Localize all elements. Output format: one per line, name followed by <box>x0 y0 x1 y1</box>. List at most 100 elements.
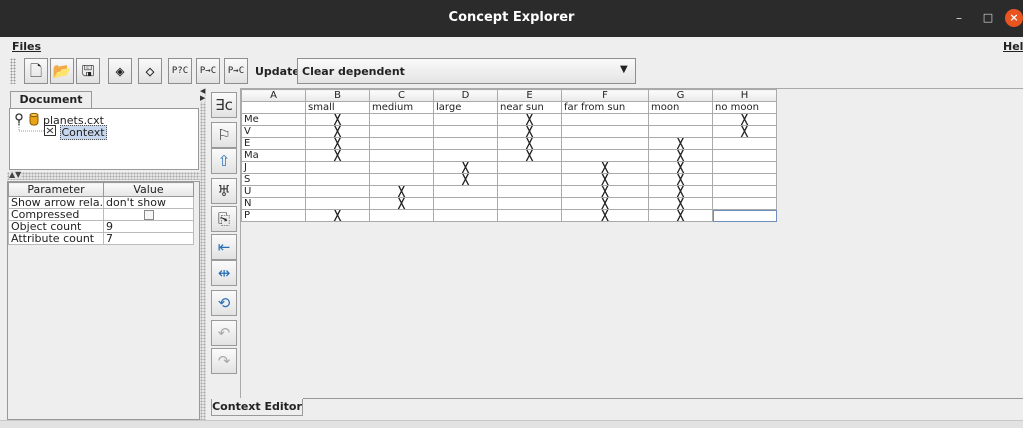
incidence-empty-cell[interactable] <box>433 185 498 198</box>
reduce-button[interactable]: ⚐ <box>211 122 237 148</box>
incidence-empty-cell[interactable] <box>305 185 370 198</box>
clarify-button[interactable]: ♅ <box>211 178 237 204</box>
p-to-c-button[interactable]: P→C <box>196 58 220 84</box>
param-value[interactable] <box>103 208 194 221</box>
column-letter-header[interactable]: H <box>712 89 777 102</box>
save-button[interactable]: 🖫 <box>76 58 100 84</box>
incidence-cross-cell[interactable]: ╳ <box>433 173 498 186</box>
tab-context-editor[interactable]: Context Editor <box>211 399 303 416</box>
splitter-arrows-icon[interactable]: ◀ ▶ <box>200 88 206 102</box>
param-header-value[interactable]: Value <box>103 182 194 197</box>
incidence-empty-cell[interactable] <box>497 209 562 222</box>
incidence-cross-cell[interactable]: ╳ <box>648 197 713 210</box>
attribute-name-cell[interactable]: large <box>433 101 498 114</box>
incidence-empty-cell[interactable] <box>561 137 649 150</box>
object-name-cell[interactable]: Me <box>241 113 306 126</box>
incidence-cross-cell[interactable]: ╳ <box>561 185 649 198</box>
column-letter-header[interactable]: B <box>305 89 370 102</box>
redo-button[interactable]: ↷ <box>211 348 237 374</box>
incidence-cross-cell[interactable]: ╳ <box>497 137 562 150</box>
incidence-empty-cell[interactable] <box>712 161 777 174</box>
incidence-empty-cell[interactable] <box>712 149 777 162</box>
incidence-empty-cell[interactable] <box>433 197 498 210</box>
toolbar-grip[interactable] <box>10 58 16 84</box>
maximize-button[interactable]: □ <box>979 9 997 27</box>
object-name-cell[interactable]: P <box>241 209 306 222</box>
incidence-cross-cell[interactable]: ╳ <box>305 113 370 126</box>
tab-document[interactable]: Document <box>10 91 92 108</box>
incidence-cross-cell[interactable]: ╳ <box>433 161 498 174</box>
object-name-cell[interactable]: J <box>241 161 306 174</box>
object-name-cell[interactable]: V <box>241 125 306 138</box>
incidence-empty-cell[interactable] <box>433 113 498 126</box>
param-value[interactable]: 7 <box>103 232 194 245</box>
incidence-empty-cell[interactable] <box>712 185 777 198</box>
tree-item-context[interactable]: Context <box>44 124 107 140</box>
param-value[interactable]: don't show <box>103 196 194 209</box>
incidence-empty-cell[interactable] <box>433 209 498 222</box>
incidence-empty-cell[interactable] <box>369 125 434 138</box>
param-value[interactable]: 9 <box>103 220 194 233</box>
incidence-empty-cell[interactable] <box>305 173 370 186</box>
splitter-arrows-icon[interactable]: ▲▼ <box>9 170 22 179</box>
column-letter-header[interactable]: C <box>369 89 434 102</box>
object-name-cell[interactable]: N <box>241 197 306 210</box>
object-name-cell[interactable]: E <box>241 137 306 150</box>
horizontal-splitter[interactable]: ▲▼ <box>7 170 200 180</box>
incidence-empty-cell[interactable] <box>369 161 434 174</box>
column-letter-header[interactable]: D <box>433 89 498 102</box>
column-letter-header[interactable]: E <box>497 89 562 102</box>
p-fuzzy-c-button[interactable]: P⇝C <box>224 58 248 84</box>
new-document-button[interactable]: 🗋 <box>24 58 48 84</box>
object-name-cell[interactable]: S <box>241 173 306 186</box>
incidence-cross-cell[interactable]: ╳ <box>497 125 562 138</box>
incidence-empty-cell[interactable] <box>561 125 649 138</box>
incidence-empty-cell[interactable] <box>561 113 649 126</box>
incidence-cross-cell[interactable]: ╳ <box>648 185 713 198</box>
incidence-cross-cell[interactable]: ╳ <box>305 209 370 222</box>
object-name-cell[interactable]: U <box>241 185 306 198</box>
undo-button[interactable]: ↶ <box>211 320 237 346</box>
incidence-empty-cell[interactable] <box>712 173 777 186</box>
incidence-cross-cell[interactable]: ╳ <box>648 149 713 162</box>
compressed-checkbox[interactable] <box>143 210 154 220</box>
incidence-empty-cell[interactable] <box>712 197 777 210</box>
incidence-empty-cell[interactable] <box>497 173 562 186</box>
attribute-name-cell[interactable]: small <box>305 101 370 114</box>
incidence-empty-cell[interactable] <box>433 149 498 162</box>
open-button[interactable]: 📂 <box>50 58 74 84</box>
incidence-cross-cell[interactable]: ╳ <box>305 149 370 162</box>
incidence-cross-cell[interactable]: ╳ <box>305 137 370 150</box>
menu-files[interactable]: Files <box>12 40 41 53</box>
table-row[interactable]: Show arrow rela... don't show <box>8 196 194 209</box>
incidence-empty-cell[interactable] <box>648 125 713 138</box>
incidence-empty-cell[interactable] <box>648 113 713 126</box>
p-query-c-button[interactable]: P?C <box>168 58 192 84</box>
update-mode-select[interactable]: Clear dependent ▼ <box>297 58 636 84</box>
incidence-empty-cell[interactable] <box>433 125 498 138</box>
incidence-cross-cell[interactable]: ╳ <box>305 125 370 138</box>
incidence-empty-cell[interactable] <box>305 161 370 174</box>
incidence-empty-cell[interactable] <box>497 185 562 198</box>
incidence-cross-cell[interactable]: ╳ <box>712 125 777 138</box>
incidence-cross-cell[interactable]: ╳ <box>648 173 713 186</box>
incidence-cross-cell[interactable]: ╳ <box>648 137 713 150</box>
table-row[interactable]: Attribute count 7 <box>8 232 194 245</box>
incidence-empty-cell[interactable] <box>497 161 562 174</box>
close-button[interactable]: × <box>1005 9 1023 27</box>
move-up-button[interactable]: ⇧ <box>211 148 237 174</box>
incidence-cross-cell[interactable]: ╳ <box>497 149 562 162</box>
incidence-empty-cell[interactable] <box>497 197 562 210</box>
table-row[interactable]: Compressed <box>8 208 194 221</box>
incidence-cross-cell[interactable]: ╳ <box>497 113 562 126</box>
incidence-empty-cell[interactable] <box>712 137 777 150</box>
lattice-button[interactable]: ◈ <box>108 58 132 84</box>
move-left-button[interactable]: ⇤ <box>211 234 237 260</box>
incidence-empty-cell[interactable] <box>369 137 434 150</box>
incidence-cross-cell[interactable]: ╳ <box>648 209 713 222</box>
param-header-parameter[interactable]: Parameter <box>8 182 104 197</box>
attribute-name-cell[interactable]: moon <box>648 101 713 114</box>
incidence-cross-cell[interactable]: ╳ <box>561 161 649 174</box>
attribute-name-cell[interactable]: no moon <box>712 101 777 114</box>
incidence-empty-cell[interactable] <box>369 173 434 186</box>
